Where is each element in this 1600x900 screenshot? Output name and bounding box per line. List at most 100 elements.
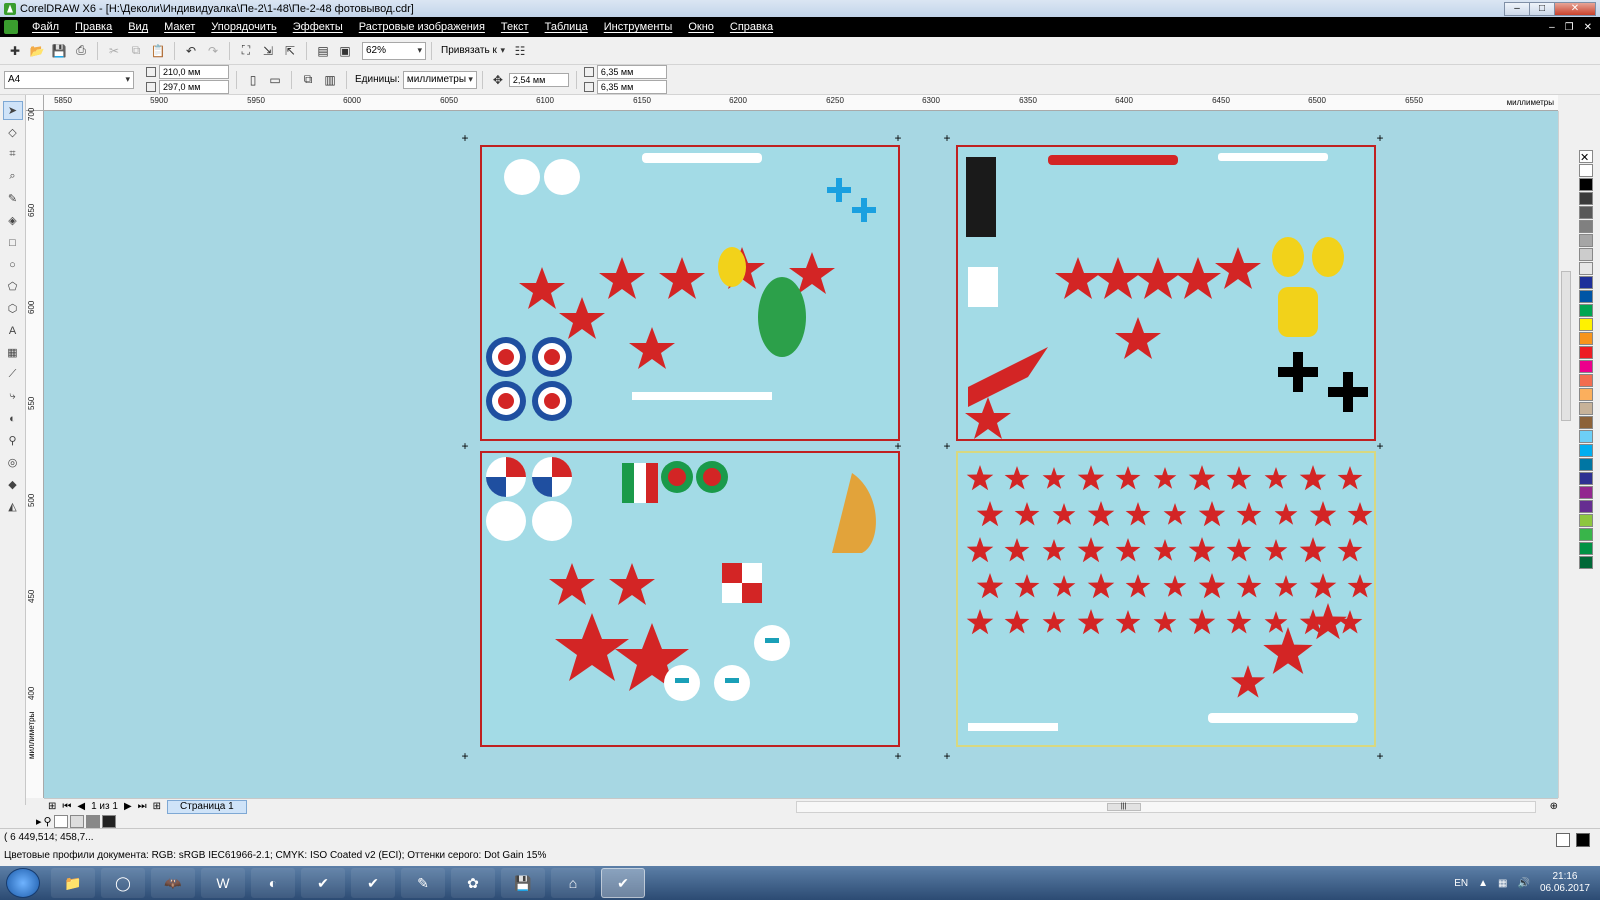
palette-swatch[interactable] (1579, 472, 1593, 485)
dup-y-input[interactable]: 6,35 мм (596, 80, 667, 94)
zoom-navigator-icon[interactable]: ⊕ (1550, 801, 1558, 812)
palette-swatch[interactable] (1579, 402, 1593, 415)
palette-swatch[interactable] (1579, 304, 1593, 317)
palette-swatch[interactable] (1579, 528, 1593, 541)
decal-sheet-1[interactable] (480, 145, 900, 441)
menu-edit[interactable]: Правка (67, 21, 120, 33)
color-profiles-status[interactable]: Цветовые профили документа: RGB: sRGB IE… (4, 850, 546, 861)
eyedropper-tool-icon[interactable]: ⚲ (3, 431, 23, 450)
horizontal-scroll-thumb[interactable]: ||| (1106, 802, 1141, 811)
palette-swatch[interactable] (1579, 164, 1593, 177)
page-size-combo[interactable]: A4 (4, 70, 134, 89)
palette-swatch[interactable] (1579, 318, 1593, 331)
redo-icon[interactable]: ↷ (203, 41, 223, 61)
palette-swatch[interactable] (1579, 262, 1593, 275)
doc-swatch-mid[interactable] (85, 814, 100, 828)
palette-swatch[interactable] (1579, 542, 1593, 555)
menu-view[interactable]: Вид (120, 21, 156, 33)
palette-swatch[interactable] (1579, 444, 1593, 457)
palette-swatch[interactable] (1579, 556, 1593, 569)
menu-layout[interactable]: Макет (156, 21, 203, 33)
doc-palette-eyedropper-icon[interactable]: ⚲ (44, 815, 52, 828)
browser-icon[interactable]: ◐ (251, 868, 295, 898)
opera-icon[interactable]: ◯ (101, 868, 145, 898)
rectangle-tool-icon[interactable]: □ (3, 233, 23, 252)
paste-icon[interactable]: 📋 (148, 41, 168, 61)
decal-sheet-4[interactable] (956, 451, 1376, 747)
prev-page-icon[interactable]: ◀ (77, 801, 85, 812)
page-height-input[interactable]: 297,0 мм (159, 80, 229, 94)
menu-effects[interactable]: Эффекты (285, 21, 351, 33)
clock[interactable]: 21:16 06.06.2017 (1540, 871, 1590, 895)
palette-swatch[interactable] (1579, 332, 1593, 345)
new-icon[interactable]: ✚ (5, 41, 25, 61)
outline-indicator-icon[interactable] (1576, 833, 1590, 847)
connector-tool-icon[interactable]: ⤷ (3, 387, 23, 406)
decal-sheet-2[interactable] (956, 145, 1376, 441)
palette-swatch[interactable] (1579, 178, 1593, 191)
menu-bitmaps[interactable]: Растровые изображения (351, 21, 493, 33)
doc-swatch-none[interactable] (53, 814, 68, 828)
doc-minimize-button[interactable]: – (1549, 22, 1555, 33)
add-page-icon[interactable]: ⊞ (48, 801, 56, 812)
palette-swatch[interactable] (1579, 430, 1593, 443)
import-icon[interactable]: ⇲ (258, 41, 278, 61)
maximize-button[interactable]: □ (1529, 1, 1555, 16)
close-button[interactable]: ✕ (1554, 1, 1596, 16)
doc-swatch-light[interactable] (69, 814, 84, 828)
decal-sheet-3[interactable] (480, 451, 900, 747)
units-combo[interactable]: миллиметры (402, 70, 477, 89)
coreldraw-task-icon[interactable]: ✔ (601, 868, 645, 898)
document-icon[interactable] (4, 20, 18, 34)
export-icon[interactable]: ⇱ (280, 41, 300, 61)
zoom-tool-icon[interactable]: ⌕ (3, 167, 23, 186)
palette-swatch[interactable] (1579, 416, 1593, 429)
palette-swatch[interactable] (1579, 248, 1593, 261)
palette-swatch[interactable] (1579, 206, 1593, 219)
add-page-after-icon[interactable]: ⊞ (153, 801, 161, 812)
last-page-icon[interactable]: ⏭ (138, 801, 147, 812)
doc-palette-arrow-icon[interactable]: ▸ (36, 815, 42, 828)
horizontal-ruler[interactable]: 5850 5900 5950 6000 6050 6100 6150 6200 … (44, 95, 1558, 111)
doc-close-button[interactable]: ✕ (1584, 22, 1592, 33)
menu-text[interactable]: Текст (493, 21, 537, 33)
copy-icon[interactable]: ⧉ (126, 41, 146, 61)
outline-tool-icon[interactable]: ◎ (3, 453, 23, 472)
network-icon[interactable]: ▦ (1498, 878, 1507, 889)
tray-arrow-icon[interactable]: ▲ (1478, 878, 1488, 889)
first-page-icon[interactable]: ⏮ (62, 801, 71, 812)
palette-swatch[interactable] (1579, 346, 1593, 359)
doc-swatch-dark[interactable] (101, 814, 116, 828)
blend-tool-icon[interactable]: ◐ (3, 409, 23, 428)
text-tool-icon[interactable]: A (3, 321, 23, 340)
corel-capture-icon[interactable]: ✔ (301, 868, 345, 898)
fill-indicator-icon[interactable] (1556, 833, 1570, 847)
palette-swatch[interactable] (1579, 220, 1593, 233)
explorer-icon[interactable]: 📁 (51, 868, 95, 898)
batman-app-icon[interactable]: 🦇 (151, 868, 195, 898)
interactive-fill-icon[interactable]: ◭ (3, 497, 23, 516)
dup-x-input[interactable]: 6,35 мм (596, 65, 667, 79)
polygon-tool-icon[interactable]: ⬠ (3, 277, 23, 296)
menu-arrange[interactable]: Упорядочить (203, 21, 284, 33)
all-pages-icon[interactable]: ⧉ (298, 70, 318, 90)
current-page-icon[interactable]: ▥ (320, 70, 340, 90)
notepad-icon[interactable]: ✎ (401, 868, 445, 898)
landscape-icon[interactable]: ▭ (265, 70, 285, 90)
palette-swatch[interactable] (1579, 458, 1593, 471)
volume-icon[interactable]: 🔊 (1517, 878, 1529, 889)
vertical-ruler[interactable]: 700 650 600 550 500 450 400 миллиметры (26, 108, 44, 798)
horizontal-scrollbar[interactable]: ||| (795, 800, 1536, 813)
options-icon[interactable]: ☷ (510, 41, 530, 61)
open-icon[interactable]: 📂 (27, 41, 47, 61)
paint-icon[interactable]: ✿ (451, 868, 495, 898)
undo-icon[interactable]: ↶ (181, 41, 201, 61)
palette-swatch[interactable] (1579, 192, 1593, 205)
palette-swatch[interactable] (1579, 486, 1593, 499)
palette-swatch[interactable] (1579, 234, 1593, 247)
shape-tool-icon[interactable]: ◇ (3, 123, 23, 142)
print-icon[interactable]: ⎙ (71, 41, 91, 61)
application-launcher-icon[interactable]: ▤ (313, 41, 333, 61)
vertical-scrollbar[interactable] (1558, 111, 1572, 798)
crop-tool-icon[interactable]: ⌗ (3, 145, 23, 164)
